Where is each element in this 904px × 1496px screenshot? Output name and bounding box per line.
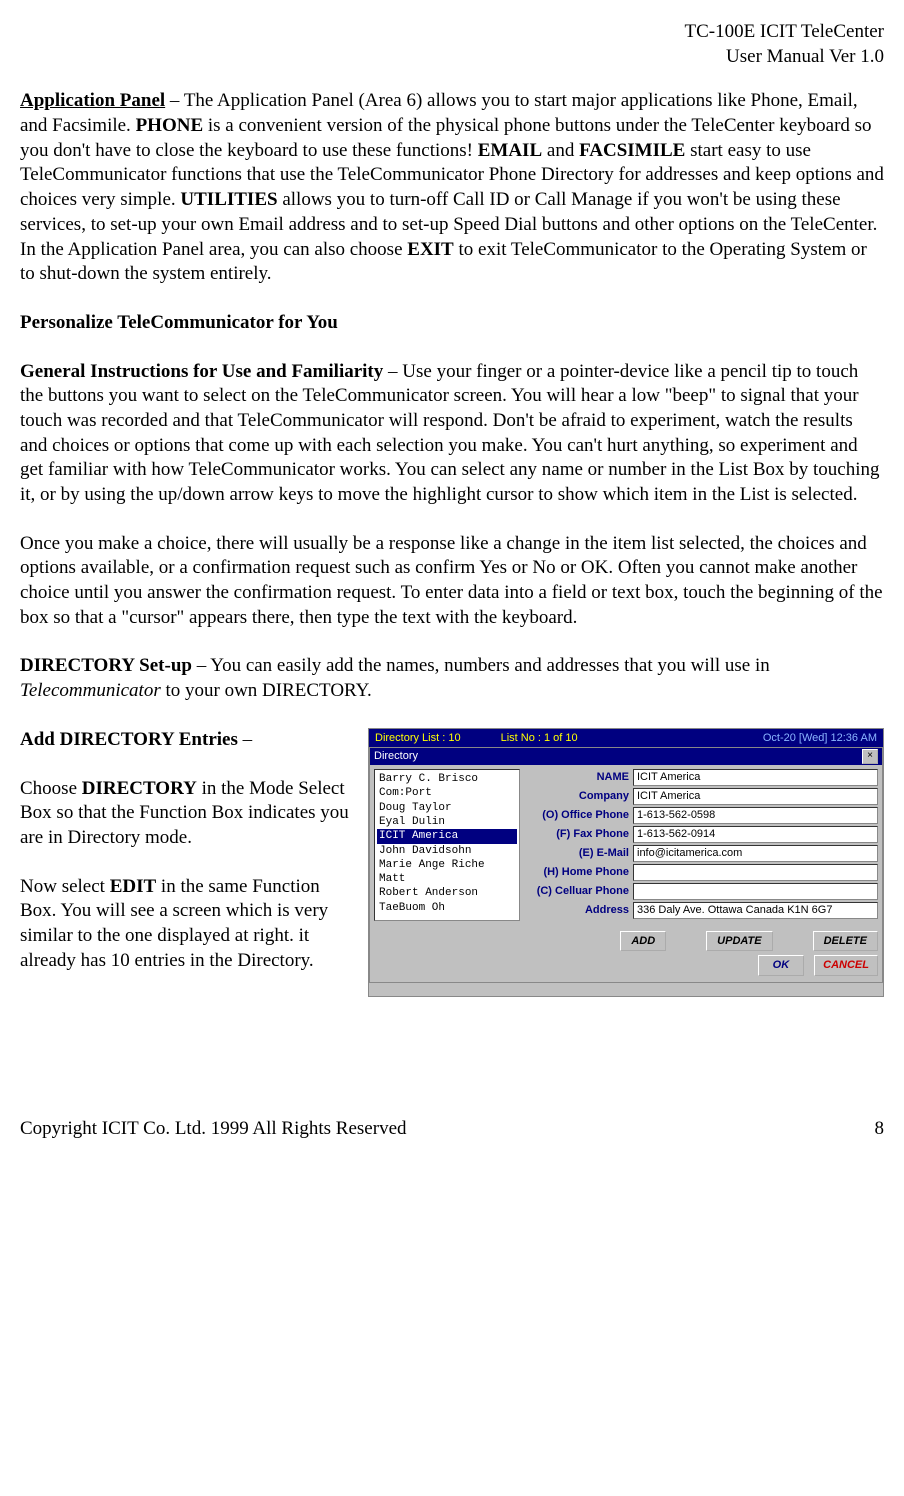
list-item[interactable]: Robert Anderson (377, 886, 517, 900)
field-input[interactable]: ICIT America (633, 788, 878, 805)
status-list-position: List No : 1 of 10 (501, 731, 578, 745)
field-input[interactable]: 336 Daly Ave. Ottawa Canada K1N 6G7 (633, 902, 878, 919)
field-label: (C) Celluar Phone (524, 884, 633, 898)
field-input[interactable]: ICIT America (633, 769, 878, 786)
copyright-text: Copyright ICIT Co. Ltd. 1999 All Rights … (20, 1118, 407, 1139)
form-row: (H) Home Phone (524, 864, 878, 881)
field-label: (F) Fax Phone (524, 827, 633, 841)
form-row: Address336 Daly Ave. Ottawa Canada K1N 6… (524, 902, 878, 919)
field-label: Address (524, 903, 633, 917)
paragraph-personalize-heading: Personalize TeleCommunicator for You (20, 311, 884, 336)
directory-listbox[interactable]: Barry C. BriscoCom:PortDoug TaylorEyal D… (374, 769, 520, 921)
paragraph-select-edit: Now select EDIT in the same Function Box… (20, 875, 350, 974)
directory-form: NAMEICIT AmericaCompanyICIT America(O) O… (524, 769, 878, 921)
header-line1: TC-100E ICIT TeleCenter (684, 21, 884, 42)
form-row: CompanyICIT America (524, 788, 878, 805)
list-item[interactable]: Com:Port (377, 786, 517, 800)
field-label: (E) E-Mail (524, 846, 633, 860)
cancel-button[interactable]: CANCEL (814, 955, 878, 975)
form-row: (C) Celluar Phone (524, 883, 878, 900)
form-row: (O) Office Phone1-613-562-0598 (524, 807, 878, 824)
list-item[interactable]: Matt (377, 872, 517, 886)
form-row: NAMEICIT America (524, 769, 878, 786)
field-label: (H) Home Phone (524, 865, 633, 879)
paragraph-general-instructions: General Instructions for Use and Familia… (20, 360, 884, 508)
list-item[interactable]: TaeBuom Oh (377, 901, 517, 915)
field-input[interactable]: 1-613-562-0598 (633, 807, 878, 824)
update-button[interactable]: UPDATE (706, 931, 772, 951)
status-bar: Directory List : 10 List No : 1 of 10 Oc… (369, 729, 883, 747)
page-number: 8 (875, 1117, 885, 1142)
paragraph-directory-setup: DIRECTORY Set-up – You can easily add th… (20, 654, 884, 703)
status-directory-count: Directory List : 10 (375, 731, 461, 745)
field-label: NAME (524, 770, 633, 784)
page-footer: Copyright ICIT Co. Ltd. 1999 All Rights … (20, 1117, 884, 1142)
window-title: Directory (374, 749, 418, 763)
field-input[interactable] (633, 883, 878, 900)
paragraph-application-panel: Application Panel – The Application Pane… (20, 89, 884, 287)
list-item[interactable]: Marie Ange Riche (377, 858, 517, 872)
directory-window: Directory × Barry C. BriscoCom:PortDoug … (369, 747, 883, 983)
app-panel-heading: Application Panel (20, 90, 165, 111)
header-line2: User Manual Ver 1.0 (726, 46, 884, 67)
paragraph-choose-directory: Choose DIRECTORY in the Mode Select Box … (20, 777, 350, 851)
delete-button[interactable]: DELETE (813, 931, 878, 951)
field-input[interactable]: info@icitamerica.com (633, 845, 878, 862)
page-header: TC-100E ICIT TeleCenter User Manual Ver … (20, 20, 884, 69)
field-label: Company (524, 789, 633, 803)
list-item[interactable]: John Davidsohn (377, 844, 517, 858)
field-input[interactable]: 1-613-562-0914 (633, 826, 878, 843)
add-button[interactable]: ADD (620, 931, 666, 951)
list-item[interactable]: Barry C. Brisco (377, 772, 517, 786)
field-input[interactable] (633, 864, 878, 881)
close-icon[interactable]: × (862, 749, 878, 764)
form-row: (F) Fax Phone1-613-562-0914 (524, 826, 878, 843)
directory-screenshot: Directory List : 10 List No : 1 of 10 Oc… (368, 728, 884, 998)
status-datetime: Oct-20 [Wed] 12:36 AM (763, 731, 877, 745)
paragraph-add-entries-heading: Add DIRECTORY Entries – (20, 728, 350, 753)
form-row: (E) E-Mailinfo@icitamerica.com (524, 845, 878, 862)
list-item[interactable]: ICIT America (377, 829, 517, 843)
window-titlebar: Directory × (370, 748, 882, 765)
list-item[interactable]: Eyal Dulin (377, 815, 517, 829)
field-label: (O) Office Phone (524, 808, 633, 822)
list-item[interactable]: Doug Taylor (377, 801, 517, 815)
paragraph-choice-response: Once you make a choice, there will usual… (20, 532, 884, 631)
ok-button[interactable]: OK (758, 955, 805, 975)
